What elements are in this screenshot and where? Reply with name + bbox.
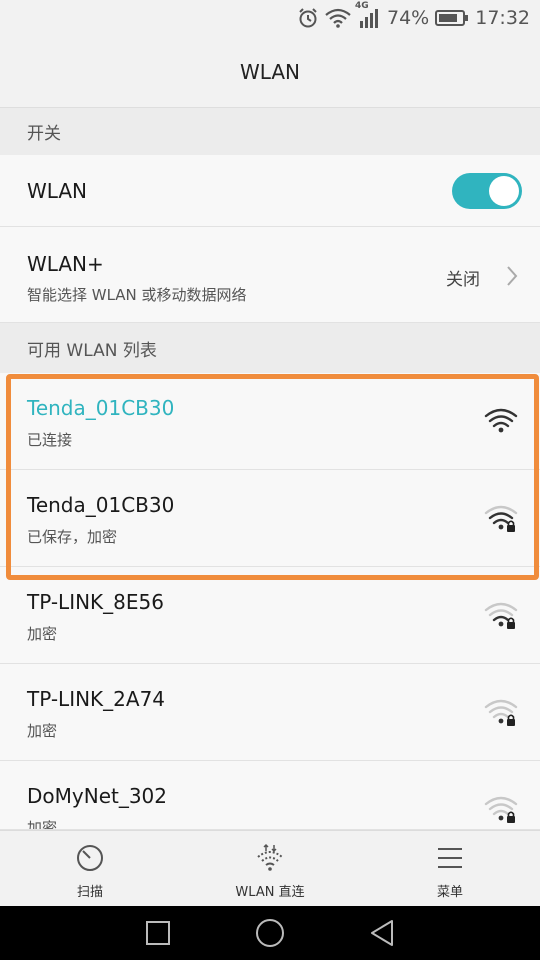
battery-percent: 74% xyxy=(387,7,430,29)
wlan-direct-button[interactable]: WLAN 直连 xyxy=(180,831,360,906)
scan-label: 扫描 xyxy=(76,885,103,900)
wlan-plus-description: 智能选择 WLAN 或移动数据网络 xyxy=(27,286,247,304)
wifi-signal-arc xyxy=(488,609,514,617)
wifi-signal-dot xyxy=(498,621,504,627)
wifi-signal-arc xyxy=(484,602,518,612)
wifi-lock-icon xyxy=(484,796,518,823)
network-status: 加密 xyxy=(27,819,58,830)
network-type-label: 4G xyxy=(355,1,369,11)
page-title: WLAN xyxy=(0,36,540,108)
lock-icon xyxy=(507,525,515,532)
wifi-signal-dot xyxy=(498,524,504,530)
section-header-switch: 开关 xyxy=(0,108,540,155)
lock-shackle xyxy=(507,714,515,719)
wifi-icon xyxy=(325,8,351,28)
chevron-right-icon xyxy=(506,265,518,291)
network-ssid: Tenda_01CB30 xyxy=(27,396,175,420)
wifi-signal-dot xyxy=(498,427,504,433)
lock-icon xyxy=(507,816,515,823)
scan-icon xyxy=(77,845,103,871)
battery-icon xyxy=(435,9,469,27)
network-status: 加密 xyxy=(27,625,58,643)
wifi-signal-arc xyxy=(488,512,514,520)
wifi-icon xyxy=(484,408,518,433)
wlan-direct-label: WLAN 直连 xyxy=(235,885,305,900)
scan-button[interactable]: 扫描 xyxy=(0,831,180,906)
wlan-switch-row[interactable]: WLAN xyxy=(0,155,540,227)
network-row[interactable]: TP-LINK_8E56 加密 xyxy=(0,567,540,664)
menu-icon xyxy=(438,848,462,868)
wifi-signal-arc xyxy=(492,518,510,525)
wifi-signal-arc xyxy=(484,505,518,515)
network-ssid: DoMyNet_302 xyxy=(27,784,168,808)
network-row[interactable]: TP-LINK_2A74 加密 xyxy=(0,664,540,761)
network-status: 已保存，加密 xyxy=(27,528,118,546)
wifi-signal-dot xyxy=(498,815,504,821)
wifi-signal-arc xyxy=(492,421,510,428)
wifi-lock-icon xyxy=(484,699,518,726)
wlan-switch-label: WLAN xyxy=(27,179,88,203)
wlan-plus-label: WLAN+ xyxy=(27,252,104,276)
wlan-toggle[interactable] xyxy=(452,173,522,209)
wifi-signal-dot xyxy=(498,718,504,724)
wifi-signal-arc xyxy=(492,615,510,622)
section-header-networks: 可用 WLAN 列表 xyxy=(0,323,540,373)
network-status: 加密 xyxy=(27,722,58,740)
network-status: 已连接 xyxy=(27,431,73,449)
network-row[interactable]: Tenda_01CB30 已连接 xyxy=(0,373,540,470)
toggle-knob xyxy=(489,176,519,206)
wifi-signal-arc xyxy=(492,712,510,719)
wlan-plus-state: 关闭 xyxy=(446,270,480,290)
lock-icon xyxy=(507,719,515,726)
wifi-signal-arc xyxy=(484,796,518,806)
menu-button[interactable]: 菜单 xyxy=(360,831,540,906)
recents-icon[interactable] xyxy=(145,920,171,946)
network-ssid: TP-LINK_8E56 xyxy=(27,590,164,614)
alarm-icon xyxy=(297,7,319,29)
signal-icon: 4G xyxy=(355,1,381,29)
lock-shackle xyxy=(507,617,515,622)
status-bar: 4G 74% 17:32 xyxy=(0,0,540,36)
home-icon[interactable] xyxy=(255,918,285,948)
network-ssid: TP-LINK_2A74 xyxy=(27,687,166,711)
back-icon[interactable] xyxy=(369,919,395,947)
menu-label: 菜单 xyxy=(436,885,463,900)
bottom-action-bar: 扫描 WLAN 直连 菜单 xyxy=(0,830,540,906)
wifi-lock-icon xyxy=(484,602,518,629)
network-ssid: Tenda_01CB30 xyxy=(27,493,175,517)
lock-shackle xyxy=(507,811,515,816)
wifi-signal-arc xyxy=(492,809,510,816)
wifi-signal-arc xyxy=(488,415,514,423)
network-row[interactable]: DoMyNet_302 加密 xyxy=(0,761,540,830)
lock-shackle xyxy=(507,520,515,525)
wifi-signal-arc xyxy=(484,408,518,418)
wifi-signal-arc xyxy=(484,699,518,709)
wlan-plus-row[interactable]: WLAN+ 智能选择 WLAN 或移动数据网络 关闭 xyxy=(0,227,540,323)
wifi-signal-arc xyxy=(488,706,514,714)
system-nav-bar xyxy=(0,906,540,960)
wlan-direct-icon xyxy=(257,843,283,871)
clock: 17:32 xyxy=(475,7,530,29)
network-row[interactable]: Tenda_01CB30 已保存，加密 xyxy=(0,470,540,567)
wifi-signal-arc xyxy=(488,803,514,811)
wifi-lock-icon xyxy=(484,505,518,532)
lock-icon xyxy=(507,622,515,629)
